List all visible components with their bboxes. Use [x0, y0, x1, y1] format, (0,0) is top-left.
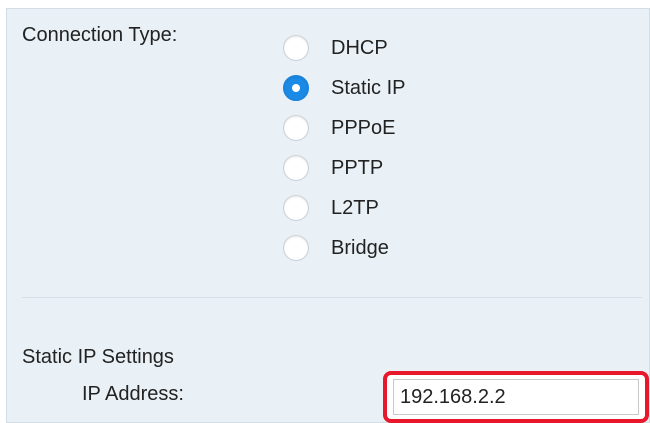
- radio-label-pppoe: PPPoE: [331, 117, 396, 139]
- ip-address-label: IP Address:: [82, 383, 184, 405]
- radio-label-bridge: Bridge: [331, 237, 389, 259]
- connection-type-label: Connection Type:: [22, 24, 178, 46]
- radio-label-pptp: PPTP: [331, 157, 384, 179]
- section-divider: [22, 297, 642, 298]
- radio-button-bridge[interactable]: [283, 235, 309, 261]
- radio-option-pptp[interactable]: PPTP: [283, 153, 383, 183]
- radio-label-dhcp: DHCP: [331, 37, 388, 59]
- radio-label-l2tp: L2TP: [331, 197, 379, 219]
- radio-option-dhcp[interactable]: DHCP: [283, 33, 388, 63]
- radio-option-bridge[interactable]: Bridge: [283, 233, 389, 263]
- ip-address-highlight: [383, 371, 649, 423]
- radio-option-l2tp[interactable]: L2TP: [283, 193, 379, 223]
- radio-label-static-ip: Static IP: [331, 77, 406, 99]
- radio-button-pptp[interactable]: [283, 155, 309, 181]
- radio-button-static-ip[interactable]: [283, 75, 309, 101]
- radio-option-static-ip[interactable]: Static IP: [283, 73, 405, 103]
- radio-button-pppoe[interactable]: [283, 115, 309, 141]
- radio-button-dhcp[interactable]: [283, 35, 309, 61]
- static-ip-settings-title: Static IP Settings: [22, 346, 174, 368]
- connection-settings-panel: Connection Type: DHCP Static IP PPPoE PP…: [6, 8, 650, 423]
- ip-address-input[interactable]: [393, 379, 639, 415]
- radio-option-pppoe[interactable]: PPPoE: [283, 113, 395, 143]
- radio-button-l2tp[interactable]: [283, 195, 309, 221]
